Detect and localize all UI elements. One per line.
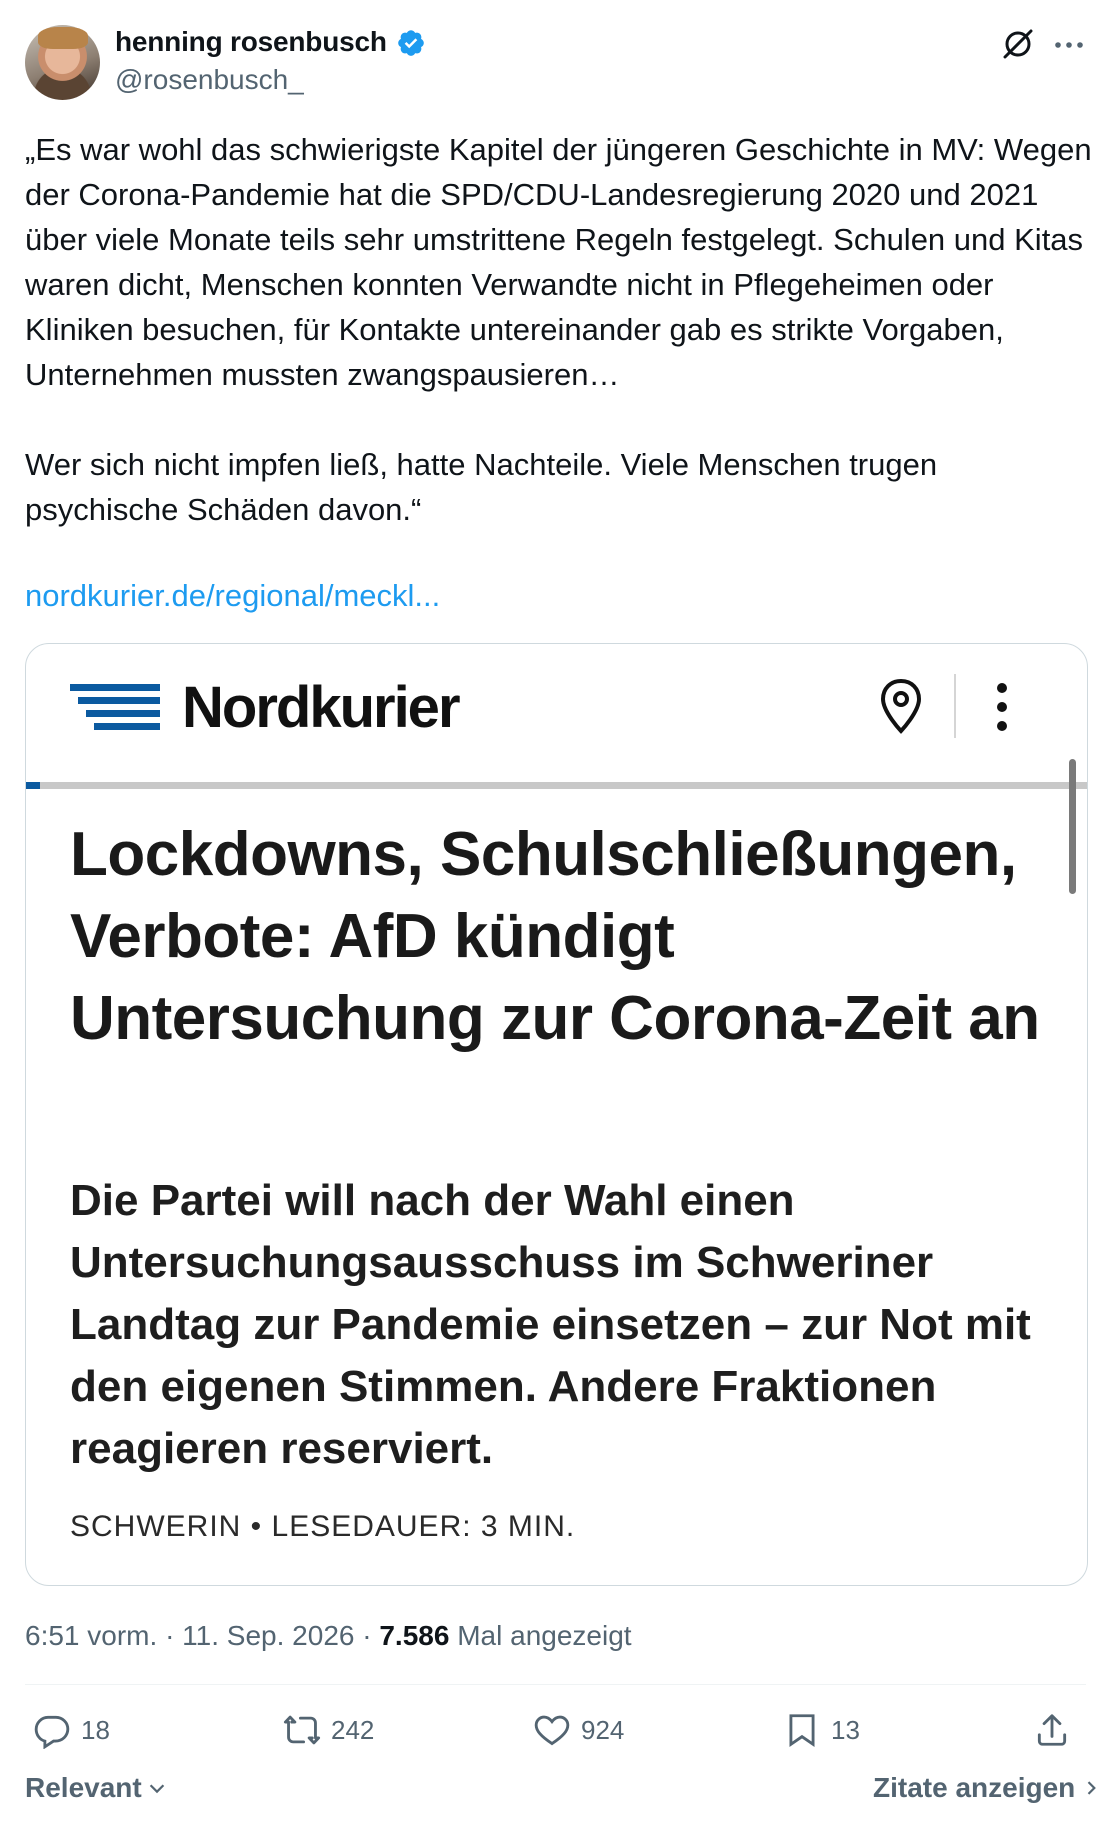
sort-label: Relevant xyxy=(25,1772,142,1803)
repost-icon xyxy=(283,1715,321,1745)
bookmark-count: 13 xyxy=(831,1714,860,1745)
author-name[interactable]: henning rosenbusch xyxy=(115,26,387,58)
article-dateline: SCHWERIN • LESEDAUER: 3 MIN. xyxy=(70,1510,576,1543)
share-icon xyxy=(1037,1714,1067,1746)
reading-progress-track xyxy=(26,782,1087,789)
bookmark-button[interactable]: 13 xyxy=(783,1707,860,1753)
view-count: 7.586 xyxy=(379,1620,450,1651)
verified-badge-icon xyxy=(398,30,424,56)
author-handle[interactable]: @rosenbusch_ xyxy=(115,64,304,96)
chevron-down-icon xyxy=(149,1784,164,1794)
location-pin-icon xyxy=(880,678,922,734)
reply-button[interactable]: 18 xyxy=(33,1707,110,1753)
grok-icon[interactable] xyxy=(998,24,1038,64)
share-button[interactable] xyxy=(1033,1707,1071,1753)
scrollbar-thumb xyxy=(1069,759,1076,894)
like-count: 924 xyxy=(581,1714,625,1745)
quotes-label: Zitate anzeigen xyxy=(873,1772,1076,1803)
tweet-meta: 6:51 vorm. · 11. Sep. 2026 · 7.586 Mal a… xyxy=(25,1620,632,1652)
meta-separator: · xyxy=(362,1620,380,1651)
header-divider xyxy=(954,674,956,738)
view-quotes-link[interactable]: Zitate anzeigen xyxy=(873,1772,1101,1804)
tweet-date[interactable]: 11. Sep. 2026 xyxy=(182,1620,354,1651)
nordkurier-logo: Nordkurier xyxy=(182,675,461,740)
repost-button[interactable]: 242 xyxy=(283,1707,374,1753)
tweet-link[interactable]: nordkurier.de/regional/meckl... xyxy=(25,578,440,614)
media-card[interactable]: Nordkurier Lockdowns, Schulschließungen,… xyxy=(25,643,1088,1586)
reply-count: 18 xyxy=(81,1714,110,1745)
tweet-text: „Es war wohl das schwierigste Kapitel de… xyxy=(25,132,1092,527)
bookmark-icon xyxy=(789,1714,815,1747)
avatar-hair-detail xyxy=(38,27,88,49)
reply-icon xyxy=(34,1715,70,1749)
article-headline: Lockdowns, Schulschließungen, Verbote: A… xyxy=(70,820,1040,1053)
repost-count: 242 xyxy=(331,1714,375,1745)
reading-progress-fill xyxy=(26,782,40,789)
more-options-icon[interactable] xyxy=(1052,28,1086,62)
nordkurier-logo-lines-icon xyxy=(70,684,160,730)
view-label: Mal angezeigt xyxy=(457,1620,632,1651)
divider xyxy=(25,1684,1086,1685)
kebab-menu-icon xyxy=(997,683,1007,731)
chevron-right-icon xyxy=(1087,1781,1097,1795)
heart-icon xyxy=(534,1715,570,1746)
sort-dropdown[interactable]: Relevant xyxy=(25,1772,168,1804)
like-button[interactable]: 924 xyxy=(533,1707,624,1753)
meta-separator: · xyxy=(165,1620,183,1651)
tweet-time[interactable]: 6:51 vorm. xyxy=(25,1620,157,1651)
article-subheadline: Die Partei will nach der Wahl einen Unte… xyxy=(70,1176,1031,1473)
